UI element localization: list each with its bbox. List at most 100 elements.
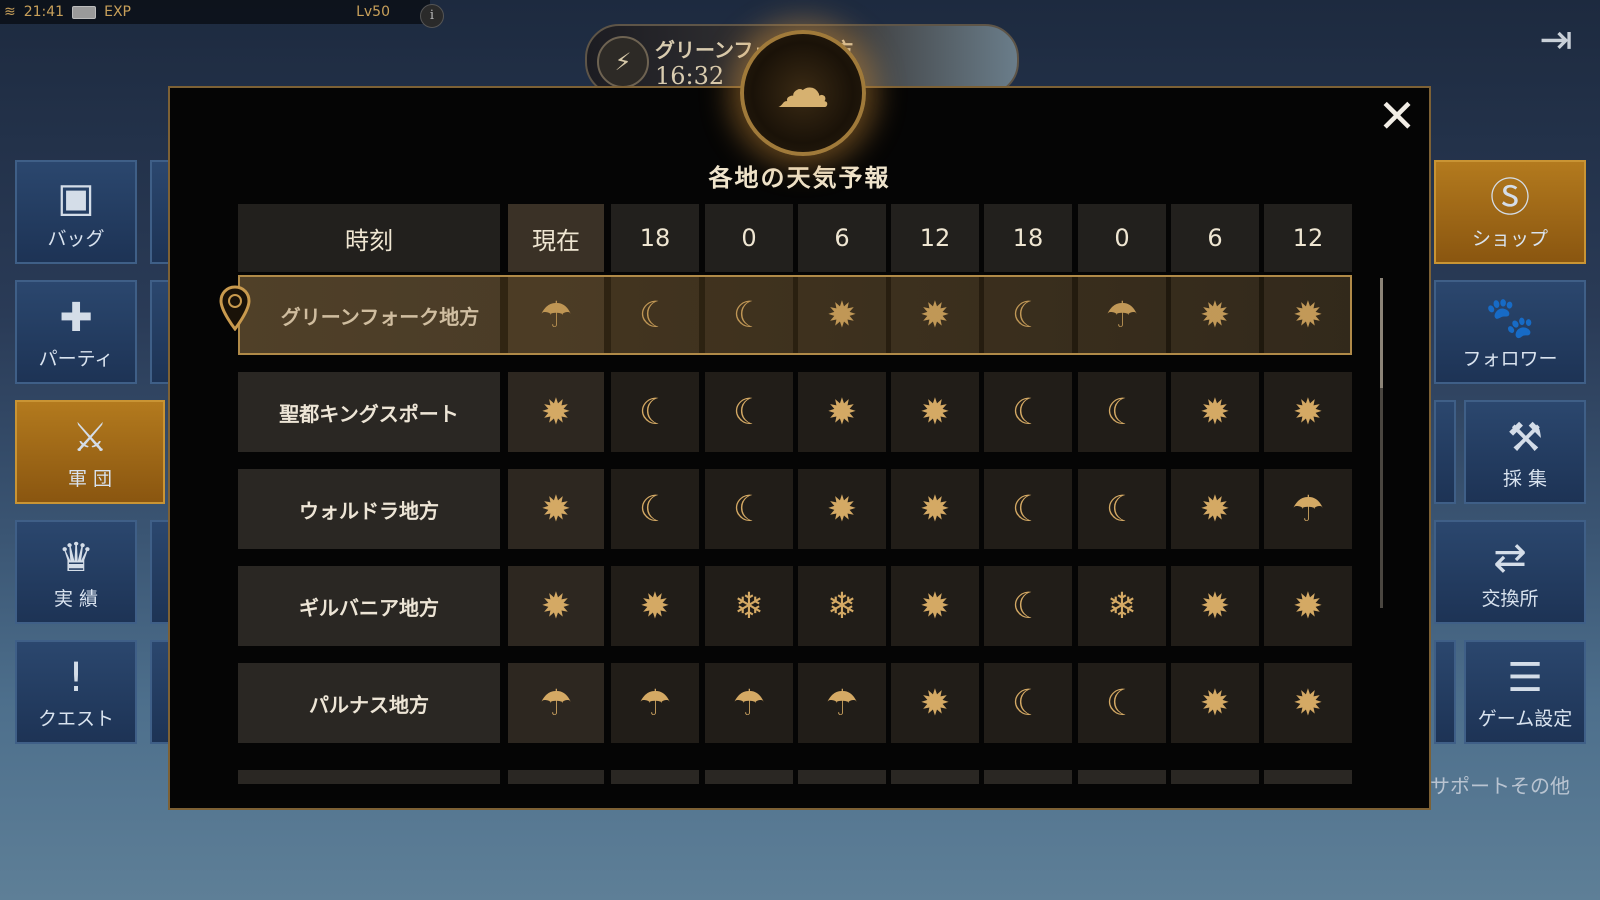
partial-row-cell	[891, 770, 979, 784]
menu-button-party[interactable]: ✚ パーティ	[15, 280, 137, 384]
time-column-header: 18	[611, 204, 699, 272]
bag-icon: ▣	[57, 175, 95, 221]
moon-icon: ☾	[611, 372, 699, 452]
time-column-header: 6	[1171, 204, 1259, 272]
menu-label: 採 集	[1502, 468, 1548, 490]
sun-icon: ✹	[891, 566, 979, 646]
menu-label: 実 績	[53, 588, 99, 610]
time-column-header: 6	[798, 204, 886, 272]
moon-icon: ☾	[705, 469, 793, 549]
sun-icon: ✹	[891, 663, 979, 743]
moon-icon: ☾	[984, 566, 1072, 646]
sun-icon: ✹	[1171, 663, 1259, 743]
menu-label: パーティ	[38, 348, 114, 370]
moon-icon: ☾	[984, 372, 1072, 452]
rain-icon: ☂	[1264, 469, 1352, 549]
sun-icon: ✹	[1171, 275, 1259, 355]
sun-icon: ✹	[891, 372, 979, 452]
menu-button-shop[interactable]: Ⓢ ショップ	[1434, 160, 1586, 264]
region-name-cell[interactable]: グリーンフォーク地方	[238, 275, 500, 355]
sun-icon: ✹	[508, 372, 604, 452]
menu-button-gather[interactable]: ⚒ 採 集	[1464, 400, 1586, 504]
region-name-cell[interactable]: パルナス地方	[238, 663, 500, 743]
menu-label: バッグ	[47, 228, 105, 250]
sun-icon: ✹	[891, 469, 979, 549]
gather-icon: ⚒	[1507, 415, 1543, 461]
storm-icon: ⚡	[597, 36, 649, 88]
menu-button-legion[interactable]: ⚔ 軍 団	[15, 400, 165, 504]
menu-label: 軍 団	[67, 468, 113, 490]
moon-icon: ☾	[705, 275, 793, 355]
rain-icon: ☂	[508, 663, 604, 743]
region-name-cell[interactable]: 聖都キングスポート	[238, 372, 500, 452]
sun-icon: ✹	[891, 275, 979, 355]
rain-icon: ☂	[1078, 275, 1166, 355]
sun-icon: ✹	[1264, 566, 1352, 646]
rain-icon: ☂	[508, 275, 604, 355]
achievement-icon: ♛	[58, 535, 94, 581]
moon-icon: ☾	[1078, 663, 1166, 743]
menu-button-bag[interactable]: ▣ バッグ	[15, 160, 137, 264]
time-column-header: 12	[1264, 204, 1352, 272]
menu-button-settings[interactable]: ☰ ゲーム設定	[1464, 640, 1586, 744]
moon-icon: ☾	[705, 372, 793, 452]
sun-icon: ✹	[1171, 469, 1259, 549]
wifi-icon: ≋	[4, 4, 16, 20]
partial-row-cell	[1078, 770, 1166, 784]
menu-label: フォロワー	[1462, 348, 1558, 370]
clock-text: 21:41	[23, 4, 65, 20]
modal-title: 各地の天気予報	[708, 164, 891, 192]
menu-button-follower[interactable]: 🐾 フォロワー	[1434, 280, 1586, 384]
weather-forecast-modal: 各地の天気予報 時刻 現在 18 0 6 12 18 0 6 12 グリーンフォーク地方 ☂ ☾ ☾ ✹ ✹ ☾…	[168, 86, 1431, 810]
sun-icon: ✹	[798, 275, 886, 355]
snow-icon: ❄	[1078, 566, 1166, 646]
sun-icon: ✹	[1264, 372, 1352, 452]
time-column-header: 18	[984, 204, 1072, 272]
partial-row-cell	[1171, 770, 1259, 784]
rain-icon: ☂	[798, 663, 886, 743]
follower-icon: 🐾	[1485, 295, 1535, 341]
moon-icon: ☾	[1078, 469, 1166, 549]
support-link[interactable]: サポートその他	[1430, 770, 1570, 799]
location-pin-icon	[219, 285, 251, 331]
shop-icon: Ⓢ	[1490, 175, 1530, 221]
moon-icon: ☾	[611, 275, 699, 355]
moon-icon: ☾	[984, 275, 1072, 355]
quest-icon: !	[67, 655, 85, 701]
partial-row-cell	[984, 770, 1072, 784]
sun-icon: ✹	[508, 566, 604, 646]
sun-icon: ✹	[798, 372, 886, 452]
menu-button-peek[interactable]	[1434, 640, 1456, 744]
exit-icon[interactable]: ⇥	[1530, 14, 1582, 66]
sun-icon: ✹	[798, 469, 886, 549]
close-button[interactable]: ✕	[1373, 92, 1421, 140]
region-name-cell[interactable]: ギルバニア地方	[238, 566, 500, 646]
scrollbar-thumb[interactable]	[1380, 278, 1383, 388]
time-header-label: 時刻	[238, 204, 500, 272]
menu-button-exchange[interactable]: ⇄ 交換所	[1434, 520, 1586, 624]
partial-row	[238, 770, 500, 784]
menu-label: ショップ	[1471, 228, 1548, 250]
info-icon[interactable]: i	[420, 4, 444, 28]
exchange-icon: ⇄	[1493, 535, 1527, 581]
partial-row-cell	[508, 770, 604, 784]
sun-icon: ✹	[611, 566, 699, 646]
status-bar: ≋ 21:41 EXP Lv50	[0, 0, 430, 24]
menu-button-achievement[interactable]: ♛ 実 績	[15, 520, 137, 624]
partial-row-cell	[798, 770, 886, 784]
menu-button-quest[interactable]: ! クエスト	[15, 640, 137, 744]
region-name-cell[interactable]: ウォルドラ地方	[238, 469, 500, 549]
menu-button-peek[interactable]	[1434, 400, 1456, 504]
menu-label: 交換所	[1481, 588, 1539, 610]
exp-label: EXP	[104, 4, 131, 20]
snow-icon: ❄	[705, 566, 793, 646]
rain-icon: ☂	[611, 663, 699, 743]
moon-icon: ☾	[611, 469, 699, 549]
menu-label: クエスト	[37, 708, 114, 730]
level-text: Lv50	[356, 4, 390, 20]
partial-row-cell	[1264, 770, 1352, 784]
partial-row-cell	[611, 770, 699, 784]
sun-icon: ✹	[1171, 566, 1259, 646]
party-icon: ✚	[59, 295, 93, 341]
sun-icon: ✹	[1264, 275, 1352, 355]
